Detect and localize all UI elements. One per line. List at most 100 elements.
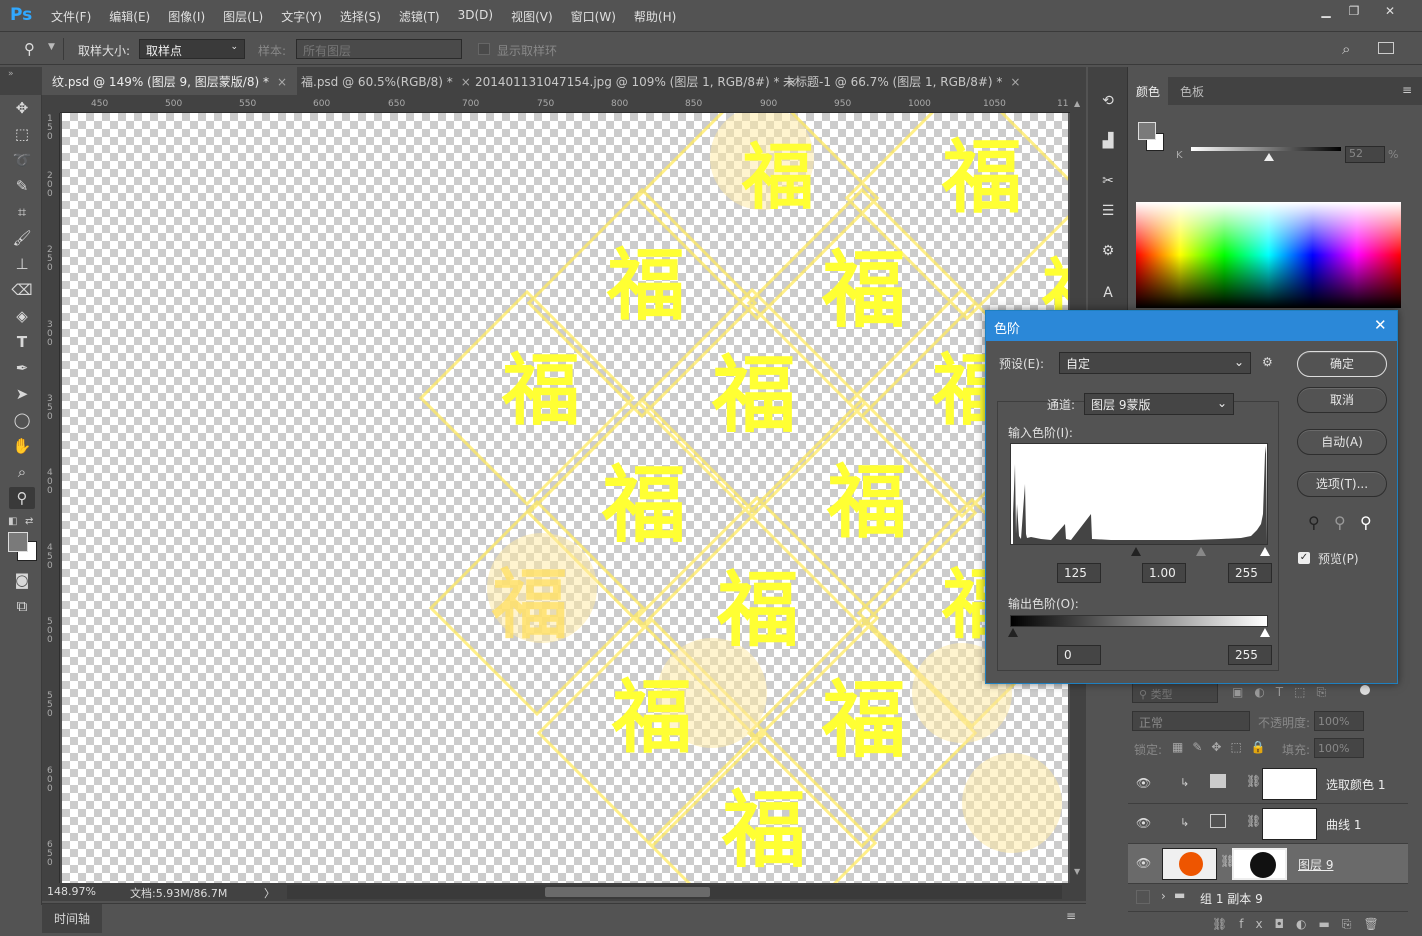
ellipse-tool-icon[interactable]: ◯ <box>9 409 35 431</box>
output-black-field[interactable]: 0 <box>1057 645 1101 665</box>
layer-name[interactable]: 图层 9 <box>1298 856 1333 873</box>
layer-row-layer-9[interactable]: 👁 ⛓ 图层 9 <box>1128 844 1408 884</box>
tab-doc-4[interactable]: 未标题-1 @ 66.7% (图层 1, RGB/8#) * × <box>773 67 1030 95</box>
input-white-field[interactable]: 255 <box>1228 563 1272 583</box>
adjustments-icon[interactable]: ☰ <box>1096 199 1120 223</box>
layer-name[interactable]: 曲线 1 <box>1326 816 1361 833</box>
input-gamma-field[interactable]: 1.00 <box>1142 563 1186 583</box>
dialog-title-bar[interactable]: 色阶 ✕ <box>986 311 1397 341</box>
sample-size-select[interactable]: 取样点 ⌄ <box>139 39 245 59</box>
path-select-tool-icon[interactable]: ➤ <box>9 383 35 405</box>
character-icon[interactable]: A <box>1096 281 1120 305</box>
menu-filter[interactable]: 滤镜(T) <box>390 8 449 25</box>
lasso-tool-icon[interactable]: ➰ <box>9 149 35 171</box>
panel-menu-icon[interactable]: ≡ <box>1402 83 1412 97</box>
layer-row-selective-color[interactable]: 👁 ↳ ⛓ 选取颜色 1 <box>1128 764 1408 804</box>
auto-button[interactable]: 自动(A) <box>1297 429 1387 455</box>
input-black-slider[interactable] <box>1131 547 1141 556</box>
minimize-icon[interactable]: ▁ <box>1312 4 1340 22</box>
layer-action-icons[interactable]: ⛓fx◘◐▬⎘🗑 <box>1212 917 1391 932</box>
workspace-icon[interactable] <box>1378 42 1394 54</box>
properties-icon[interactable]: ⚙ <box>1096 239 1120 263</box>
menu-view[interactable]: 视图(V) <box>502 8 562 25</box>
zoom-tool-icon[interactable]: ⌕ <box>9 461 35 483</box>
menu-window[interactable]: 窗口(W) <box>562 8 625 25</box>
layer-thumbnail[interactable] <box>1162 848 1217 880</box>
foreground-color-swatch[interactable] <box>8 532 28 552</box>
layer-filter-select[interactable]: ⚲ 类型 <box>1132 683 1218 703</box>
layer-row-curves[interactable]: 👁 ↳ ⛓ 曲线 1 <box>1128 804 1408 844</box>
close-window-icon[interactable]: ✕ <box>1376 4 1404 22</box>
marquee-tool-icon[interactable]: ⬚ <box>9 123 35 145</box>
histogram-icon[interactable]: ▟ <box>1096 129 1120 153</box>
output-white-field[interactable]: 255 <box>1228 645 1272 665</box>
crop-tool-icon[interactable]: ⌗ <box>9 201 35 223</box>
menu-3d[interactable]: 3D(D) <box>449 8 502 25</box>
menu-file[interactable]: 文件(F) <box>42 8 100 25</box>
close-tab-icon[interactable]: × <box>277 75 287 89</box>
input-white-slider[interactable] <box>1260 547 1270 556</box>
eyedropper-tool-icon[interactable]: ⚲ <box>9 487 35 509</box>
blend-mode-select[interactable]: 正常 <box>1132 711 1250 731</box>
search-icon[interactable]: ⌕ <box>1342 40 1350 58</box>
scroll-thumb[interactable] <box>545 887 710 897</box>
color-spectrum[interactable] <box>1136 202 1401 308</box>
chevron-down-icon[interactable]: ▼ <box>48 42 55 52</box>
eye-icon[interactable]: 👁 <box>1136 816 1151 830</box>
menu-type[interactable]: 文字(Y) <box>272 8 331 25</box>
link-icon[interactable]: ⛓ <box>1246 814 1261 828</box>
status-menu-icon[interactable]: 〉 <box>264 885 275 901</box>
eyedropper-icon[interactable]: ⚲ <box>24 40 35 58</box>
hand-tool-icon[interactable]: ✋ <box>9 435 35 457</box>
visibility-toggle[interactable] <box>1136 890 1150 904</box>
zoom-level[interactable]: 148.97% <box>47 885 96 898</box>
tab-doc-3[interactable]: 201401131047154.jpg @ 109% (图层 1, RGB/8#… <box>465 67 808 95</box>
menu-layer[interactable]: 图层(L) <box>214 8 272 25</box>
eraser-tool-icon[interactable]: ⌫ <box>9 279 35 301</box>
layer-filter-icons[interactable]: ▣◐T⬚⎘ <box>1232 685 1337 700</box>
screen-mode-icon[interactable]: ⧉ <box>9 595 35 617</box>
tab-doc-2[interactable]: 福.psd @ 60.5%(RGB/8) * × <box>291 67 481 95</box>
preview-checkbox[interactable]: ✓ <box>1298 552 1310 564</box>
black-point-eyedropper-icon[interactable]: ⚲ <box>1308 513 1320 532</box>
output-white-slider[interactable] <box>1260 628 1270 637</box>
menu-edit[interactable]: 编辑(E) <box>100 8 159 25</box>
gray-point-eyedropper-icon[interactable]: ⚲ <box>1334 513 1346 532</box>
sample-select[interactable]: 所有图层 <box>296 39 462 59</box>
type-tool-icon[interactable]: T <box>9 331 35 353</box>
options-button[interactable]: 选项(T)... <box>1297 471 1387 497</box>
link-icon[interactable]: ⛓ <box>1246 774 1261 788</box>
output-black-slider[interactable] <box>1008 628 1018 637</box>
eye-icon[interactable]: 👁 <box>1136 856 1151 870</box>
opacity-field[interactable]: 100% <box>1314 711 1364 731</box>
ok-button[interactable]: 确定 <box>1297 351 1387 377</box>
close-icon[interactable]: ✕ <box>1374 316 1387 334</box>
mask-thumbnail[interactable] <box>1232 848 1287 880</box>
show-ring-checkbox[interactable] <box>478 43 490 55</box>
eye-icon[interactable]: 👁 <box>1136 776 1151 790</box>
mask-thumbnail[interactable] <box>1262 768 1317 800</box>
preset-options-icon[interactable]: ⚙ <box>1262 355 1273 369</box>
cancel-button[interactable]: 取消 <box>1297 387 1387 413</box>
menu-select[interactable]: 选择(S) <box>331 8 390 25</box>
horizontal-scrollbar[interactable] <box>287 885 1062 899</box>
document-canvas[interactable]: 福 福 福 福 福 福 福 福 福 福 福 福 福 福 福 福 <box>62 113 1068 883</box>
quick-mask-icon[interactable]: ◙ <box>9 569 35 591</box>
filter-toggle-icon[interactable] <box>1360 685 1370 695</box>
scroll-down-icon[interactable]: ▼ <box>1074 867 1080 876</box>
scroll-up-icon[interactable]: ▲ <box>1074 99 1080 108</box>
foreground-color-swatch[interactable] <box>1138 122 1156 140</box>
history-icon[interactable]: ⟲ <box>1096 89 1120 113</box>
k-value-field[interactable]: 52 <box>1345 146 1385 163</box>
panel-menu-icon[interactable]: ≡ <box>1066 909 1076 923</box>
swap-colors-icon[interactable]: ⇄ <box>25 516 33 527</box>
close-tab-icon[interactable]: × <box>1010 75 1020 89</box>
preset-select[interactable]: 自定 ⌄ <box>1059 352 1251 374</box>
menu-image[interactable]: 图像(I) <box>159 8 214 25</box>
lock-icons[interactable]: ▦✎✥⬚🔒 <box>1172 740 1275 754</box>
default-colors-icon[interactable]: ◧ <box>8 516 17 527</box>
maximize-icon[interactable]: ❐ <box>1340 4 1368 22</box>
stamp-tool-icon[interactable]: ⊥ <box>9 253 35 275</box>
fill-field[interactable]: 100% <box>1314 738 1364 758</box>
tab-color[interactable]: 颜色 <box>1128 77 1169 105</box>
